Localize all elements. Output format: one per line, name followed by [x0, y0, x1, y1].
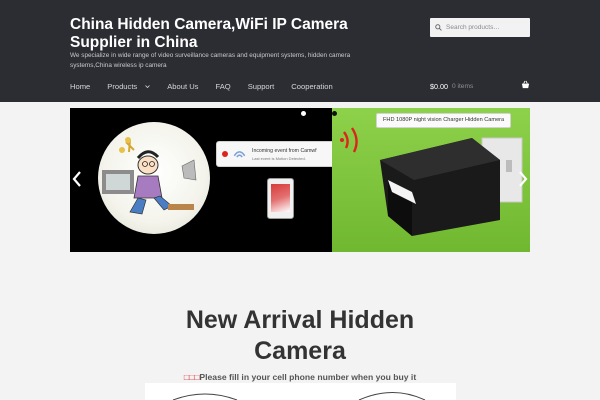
slide-image-surveillance: Incoming event from Camwf Last event is …	[70, 108, 366, 252]
phone-screen	[271, 184, 290, 212]
product-preview-strip	[145, 383, 456, 400]
notification-subtitle: Last event is Motion Detected.	[252, 156, 306, 161]
nav-item-faq[interactable]: FAQ	[215, 82, 230, 91]
charger-camera-icon	[340, 127, 523, 236]
nav-item-label: Home	[70, 81, 91, 91]
product-search[interactable]	[430, 18, 530, 37]
nav-item-about-us[interactable]: About Us	[167, 82, 198, 91]
nav-item-products[interactable]: Products	[107, 81, 151, 91]
site-title[interactable]: China Hidden Camera,WiFi IP Camera Suppl…	[70, 16, 400, 52]
thief-cartoon-icon	[102, 137, 197, 215]
nav-item-label: Cooperation	[291, 81, 333, 91]
section-headline: New Arrival Hidden Camera	[185, 306, 415, 365]
cart-count: 0 items	[452, 82, 474, 90]
nav-item-label: FAQ	[215, 81, 231, 91]
chevron-right-icon[interactable]	[518, 171, 528, 187]
smartphone-image	[267, 178, 294, 219]
chevron-left-icon[interactable]	[72, 171, 82, 187]
product-outline-icon	[172, 392, 426, 400]
wifi-icon	[233, 151, 246, 158]
nav-item-label: Products	[107, 81, 138, 91]
notice-mark: □□□	[183, 372, 200, 382]
search-icon	[435, 24, 442, 31]
notice-text: Please fill in your cell phone number wh…	[199, 372, 417, 382]
cartoon-illustration	[98, 122, 210, 234]
slider-dot-1[interactable]	[301, 111, 306, 116]
nav-item-cooperation[interactable]: Cooperation	[291, 82, 332, 91]
site-description: We specialize in wide range of video sur…	[70, 52, 351, 69]
site-header: China Hidden Camera,WiFi IP Camera Suppl…	[0, 0, 600, 102]
purchase-notice: □□□Please fill in your cell phone number…	[110, 372, 490, 382]
search-input[interactable]	[446, 24, 526, 31]
main-nav: Home Products About Us FAQ Support Coope…	[70, 78, 350, 94]
chevron-down-icon	[145, 84, 151, 88]
basket-icon	[521, 80, 530, 89]
nav-item-label: About Us	[167, 81, 199, 91]
nav-item-support[interactable]: Support	[248, 82, 275, 91]
nav-item-label: Support	[247, 81, 275, 91]
slide-caption: FHD 1080P night vision Charger Hidden Ca…	[376, 113, 512, 128]
hero-slider[interactable]: Incoming event from Camwf Last event is …	[70, 108, 530, 252]
nav-item-home[interactable]: Home	[70, 82, 90, 91]
notification-title: Incoming event from Camwf	[252, 148, 317, 154]
header-cart[interactable]: $0.00 0 items	[430, 79, 530, 93]
record-dot-icon	[222, 151, 228, 157]
slider-dot-2[interactable]	[332, 111, 337, 116]
cart-amount: $0.00	[430, 81, 448, 91]
slide-image-charger-camera	[332, 108, 530, 252]
